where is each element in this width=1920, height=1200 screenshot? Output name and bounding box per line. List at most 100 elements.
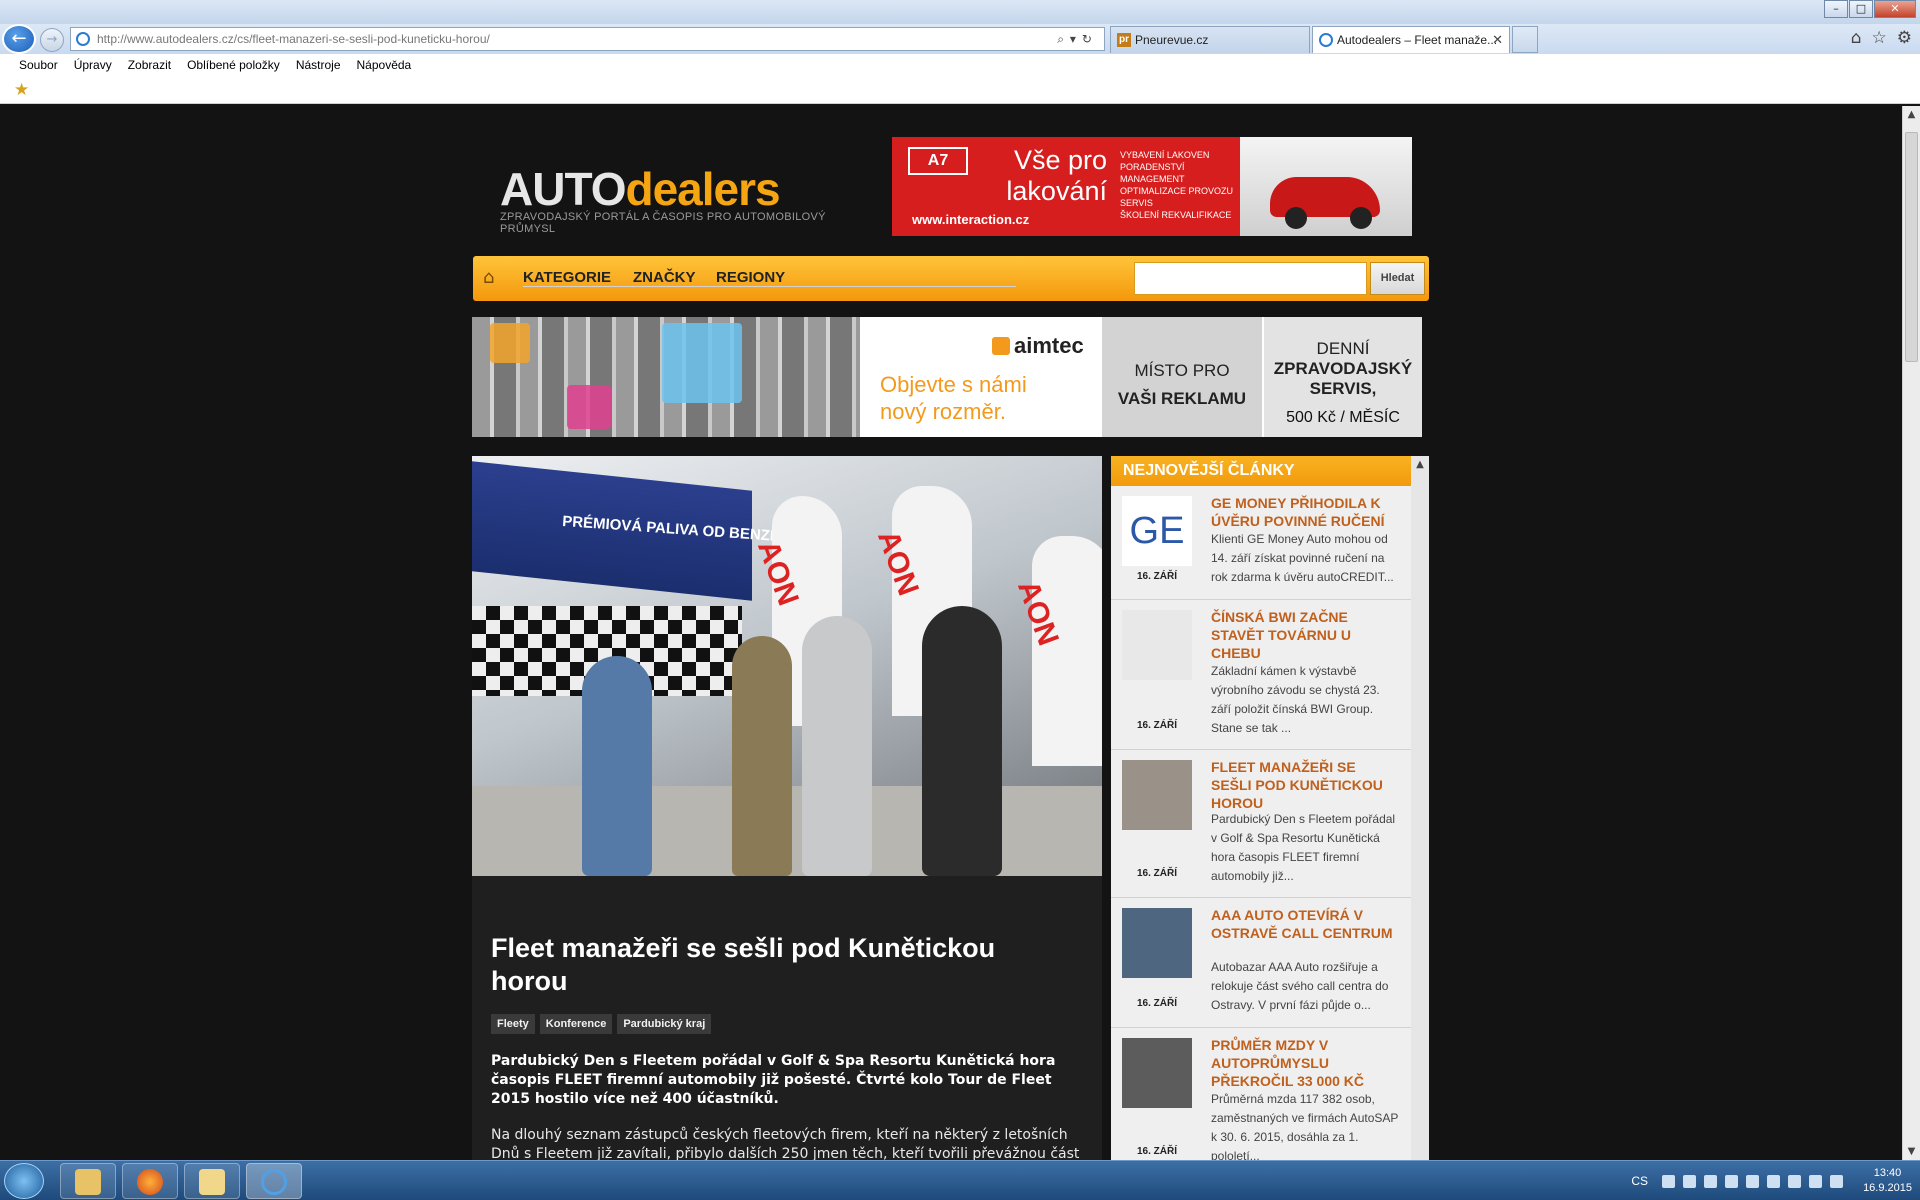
taskbar-firefox[interactable]: [122, 1163, 178, 1199]
mail-icon: [199, 1169, 225, 1195]
article-excerpt: Základní kámen k výstavbě výrobního závo…: [1211, 664, 1380, 735]
window-titlebar: – □ ✕: [0, 0, 1920, 24]
aon-flag: AON: [1011, 536, 1102, 766]
search-button[interactable]: Hledat: [1370, 262, 1425, 295]
logo-auto: AUTO: [500, 163, 626, 215]
person-figure: [582, 656, 652, 876]
favorites-star-icon[interactable]: ☆: [1872, 28, 1887, 48]
forward-button[interactable]: →: [40, 28, 64, 52]
tab-pneurevue[interactable]: pr Pneurevue.cz: [1110, 26, 1310, 53]
article-title: Fleet manažeři se sešli pod Kunětickou h…: [491, 933, 996, 996]
close-tab-icon[interactable]: ✕: [1492, 27, 1503, 53]
site-search-input[interactable]: [1134, 262, 1367, 295]
article-excerpt: Klienti GE Money Auto mohou od 14. září …: [1211, 532, 1394, 584]
taskbar-mail[interactable]: [184, 1163, 240, 1199]
sidebar-article-item[interactable]: 16. ZÁŘÍ AAA AUTO OTEVÍRÁ V OSTRAVĚ CALL…: [1111, 898, 1411, 1028]
article-body: Na dlouhý seznam zástupců českých fleeto…: [491, 1127, 1080, 1160]
menu-edit[interactable]: Úpravy: [74, 54, 112, 78]
browser-right-icons: ⌂ ☆ ⚙: [1851, 28, 1912, 48]
home-icon[interactable]: ⌂: [483, 267, 494, 288]
site-logo[interactable]: AUTOdealers ZPRAVODAJSKÝ PORTÁL A ČASOPI…: [500, 164, 865, 239]
daily-service-box[interactable]: DENNÍ ZPRAVODAJSKÝ SERVIS, 500 Kč / MĚSÍ…: [1264, 317, 1422, 437]
clock-date: 16.9.2015: [1863, 1182, 1912, 1194]
menu-tools[interactable]: Nástroje: [296, 54, 341, 78]
close-window-button[interactable]: ✕: [1874, 0, 1916, 18]
menu-file[interactable]: Soubor: [19, 54, 58, 78]
firefox-icon: [137, 1169, 163, 1195]
tray-app-icon[interactable]: [1683, 1174, 1697, 1188]
start-button[interactable]: [4, 1163, 44, 1199]
article-link-title[interactable]: FLEET MANAŽEŘI SE SEŠLI POD KUNĚTICKOU H…: [1211, 758, 1396, 812]
address-tools-icons[interactable]: ⌕▾↻: [1057, 28, 1098, 50]
person-figure: [802, 616, 872, 876]
menu-help[interactable]: Nápověda: [357, 54, 412, 78]
ad-list-item: PORADENSTVÍ: [1120, 162, 1185, 172]
ad-list-item: ŠKOLENÍ REKVALIFIKACE: [1120, 210, 1232, 220]
tab-autodealers[interactable]: Autodealers – Fleet manaže... ✕: [1312, 26, 1510, 53]
banner-ad-aimtec[interactable]: aimtec Objevte s námi nový rozměr. MÍSTO…: [472, 317, 1422, 437]
tab-label: Autodealers – Fleet manaže...: [1337, 33, 1498, 47]
sidebar-article-item[interactable]: 16. ZÁŘÍ PRŮMĚR MZDY V AUTOPRŮMYSLU PŘEK…: [1111, 1028, 1411, 1160]
pneurevue-favicon-icon: pr: [1117, 33, 1131, 47]
latest-articles-sidebar: NEJNOVĚJŠÍ ČLÁNKY ▲ GE 16. ZÁŘÍ GE MONEY…: [1111, 456, 1429, 1160]
banner-ad-interaction[interactable]: A7 Vše pro lakování VYBAVENÍ LAKOVEN POR…: [892, 137, 1412, 236]
scroll-down-icon[interactable]: ▼: [1903, 1143, 1920, 1160]
language-indicator[interactable]: CS: [1631, 1174, 1648, 1188]
slogan-line: nový rozměr.: [880, 399, 1006, 424]
minimize-button[interactable]: –: [1824, 0, 1848, 18]
scroll-up-icon[interactable]: ▲: [1411, 456, 1429, 474]
window-controls: – □ ✕: [1823, 0, 1916, 18]
menu-favorites[interactable]: Oblíbené položky: [187, 54, 280, 78]
tag-fleety[interactable]: Fleety: [491, 1014, 535, 1034]
logo-subtitle: ZPRAVODAJSKÝ PORTÁL A ČASOPIS PRO AUTOMO…: [500, 211, 826, 235]
maximize-button[interactable]: □: [1849, 0, 1873, 18]
sidebar-article-item[interactable]: GE 16. ZÁŘÍ GE MONEY PŘIHODILA K ÚVĚRU P…: [1111, 486, 1411, 600]
menu-bar: Soubor Úpravy Zobrazit Oblíbené položky …: [0, 54, 1920, 78]
logo-dealers: dealers: [625, 163, 781, 215]
tray-app-icon[interactable]: [1725, 1174, 1739, 1188]
home-icon[interactable]: ⌂: [1851, 28, 1862, 48]
back-button[interactable]: ←: [2, 24, 36, 54]
flag-icon[interactable]: [1788, 1174, 1802, 1188]
menu-view[interactable]: Zobrazit: [128, 54, 171, 78]
article-date: 16. ZÁŘÍ: [1136, 998, 1177, 1009]
tray-app-icon[interactable]: [1767, 1174, 1781, 1188]
sync-icon[interactable]: [1704, 1174, 1718, 1188]
sidebar-article-item[interactable]: 16. ZÁŘÍ ČÍNSKÁ BWI ZAČNE STAVĚT TOVÁRNU…: [1111, 600, 1411, 750]
tray-app-icon[interactable]: [1746, 1174, 1760, 1188]
network-icon[interactable]: [1809, 1174, 1823, 1188]
scroll-up-icon[interactable]: ▲: [1903, 106, 1920, 123]
article-link-title[interactable]: ČÍNSKÁ BWI ZAČNE STAVĚT TOVÁRNU U CHEBU: [1211, 608, 1396, 662]
article-link-title[interactable]: GE MONEY PŘIHODILA K ÚVĚRU POVINNÉ RUČEN…: [1211, 494, 1396, 530]
article-lead: Pardubický Den s Fleetem pořádal v Golf …: [491, 1053, 1056, 1107]
taskbar-explorer[interactable]: [60, 1163, 116, 1199]
clock[interactable]: 13:40 16.9.2015: [1863, 1166, 1912, 1196]
scrollbar-thumb[interactable]: [1905, 132, 1918, 362]
taskbar-ie[interactable]: [246, 1163, 302, 1199]
new-tab-button[interactable]: [1512, 26, 1538, 53]
ad-list-item: SERVIS: [1120, 198, 1153, 208]
sidebar-scrollbar[interactable]: ▲: [1411, 456, 1429, 1160]
orange-cube: [490, 323, 530, 363]
nav-regiony[interactable]: REGIONY: [716, 269, 1016, 287]
article-link-title[interactable]: AAA AUTO OTEVÍRÁ V OSTRAVĚ CALL CENTRUM: [1211, 906, 1396, 942]
article-date: 16. ZÁŘÍ: [1136, 571, 1177, 582]
service-price: 500 Kč / MĚSÍC: [1286, 409, 1400, 426]
address-bar[interactable]: http://www.autodealers.cz/cs/fleet-manaz…: [70, 27, 1105, 51]
settings-gear-icon[interactable]: ⚙: [1897, 28, 1912, 48]
tag-konference[interactable]: Konference: [539, 1014, 613, 1034]
clock-time: 13:40: [1873, 1167, 1902, 1179]
flag-text: AON: [750, 536, 805, 610]
article-link-title[interactable]: PRŮMĚR MZDY V AUTOPRŮMYSLU PŘEKROČIL 33 …: [1211, 1036, 1396, 1090]
page-scrollbar[interactable]: ▲ ▼: [1902, 106, 1920, 1160]
article-thumbnail: [1122, 908, 1192, 978]
favorites-bar: ★: [0, 78, 1920, 104]
add-favorite-star-icon[interactable]: ★: [14, 80, 29, 100]
sidebar-article-item[interactable]: 16. ZÁŘÍ FLEET MANAŽEŘI SE SEŠLI POD KUN…: [1111, 750, 1411, 898]
cloud-icon[interactable]: [1662, 1174, 1676, 1188]
tag-pardubicky-kraj[interactable]: Pardubický kraj: [617, 1014, 712, 1034]
ad-list-item: VYBAVENÍ LAKOVEN: [1120, 150, 1210, 160]
ad-spot-box[interactable]: MÍSTO PRO VAŠI REKLAMU: [1102, 317, 1262, 437]
article-content: Fleet manažeři se sešli pod Kunětickou h…: [472, 876, 1102, 1160]
volume-icon[interactable]: [1830, 1174, 1844, 1188]
